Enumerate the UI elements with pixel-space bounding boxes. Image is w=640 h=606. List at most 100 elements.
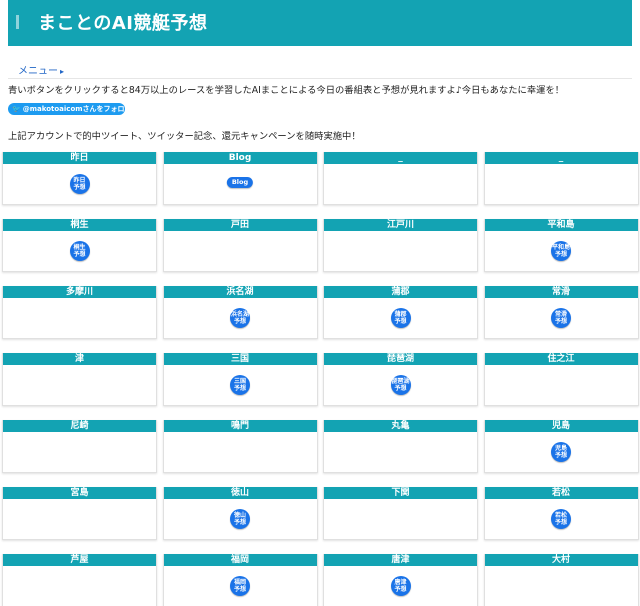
venue-card: 昨日 昨日 予想 [2,152,157,205]
venue-card-body [485,365,638,406]
venue-card: 大村 [483,554,639,606]
venue-card-body: 平和島 予想 [485,231,638,272]
venue-card: 平和島 平和島 予想 [483,219,639,272]
follow-label: @makotoaicomさんをフォロー [22,105,125,113]
venue-card-body [324,499,477,540]
menu-toggle[interactable]: メニュー ▸ [18,62,64,77]
venue-card-body [324,164,477,205]
venue-card-body [3,566,156,606]
venue-name: 大村 [484,554,638,566]
venue-name: 下関 [324,487,477,499]
venue-card-body: 琵琶湖 予想 [324,365,477,406]
venue-name: 徳山 [163,487,317,499]
prediction-button[interactable]: 三国 予想 [230,375,250,395]
site-title[interactable]: まことのAI競艇予想 [38,9,207,35]
venue-name: 住之江 [484,353,638,365]
venue-name: 鳴門 [163,420,317,432]
venue-name: 浜名湖 [163,286,317,298]
prediction-button[interactable]: 昨日 予想 [69,174,90,194]
venue-card: 戸田 [162,219,318,272]
venue-card-body [3,298,156,339]
prediction-button[interactable]: 常滑 予想 [551,308,571,328]
venue-card: 丸亀 [323,420,478,473]
prediction-button[interactable]: 唐津 予想 [390,576,411,596]
venue-card: 尼崎 [2,420,157,473]
venue-card: 常滑 常滑 予想 [483,286,639,339]
venue-card-body: 浜名湖 予想 [164,298,317,339]
venue-name: 若松 [484,487,638,499]
prediction-button[interactable]: 徳山 予想 [230,509,250,529]
prediction-button[interactable]: 桐生 予想 [69,241,90,261]
menu-divider [8,78,632,79]
venue-name: 唐津 [324,554,477,566]
venue-card: 下関 [323,487,478,540]
venue-card-body: 常滑 予想 [485,298,638,339]
venue-card-body [324,231,477,272]
venue-card-body: 蒲郡 予想 [324,298,477,339]
venue-name: 宮島 [3,487,156,499]
venue-name: 津 [3,353,156,365]
twitter-bird-icon: 🐦 [12,105,21,113]
venue-name: _ [484,152,638,164]
venue-card-body [164,231,317,272]
venue-name: 昨日 [3,152,156,164]
venue-card: 浜名湖 浜名湖 予想 [162,286,318,339]
venue-card: 児島 児島 予想 [483,420,639,473]
venue-card: 芦屋 [2,554,157,606]
prediction-button[interactable]: Blog [226,177,254,188]
venue-card: 若松 若松 予想 [483,487,639,540]
venue-grid: 昨日 昨日 予想 Blog Blog _ _ 桐生 桐生 予想 戸田 江戸川 平和島 平和島 予想 多摩… [2,152,639,606]
venue-card-body: 唐津 予想 [324,566,477,606]
venue-card-body: 若松 予想 [485,499,638,540]
prediction-button[interactable]: 平和島 予想 [551,241,571,261]
header-accent-bar [16,15,19,29]
venue-card: 多摩川 [2,286,157,339]
venue-name: 常滑 [484,286,638,298]
menu-label: メニュー [18,66,58,77]
venue-card: 鳴門 [162,420,318,473]
prediction-button[interactable]: 福岡 予想 [230,576,250,596]
venue-card: 津 [2,353,157,406]
prediction-button[interactable]: 蒲郡 予想 [390,308,411,328]
venue-name: 児島 [484,420,638,432]
venue-card: 三国 三国 予想 [162,353,318,406]
venue-card-body [485,164,638,205]
venue-name: 三国 [163,353,317,365]
prediction-button[interactable]: 児島 予想 [551,442,571,462]
venue-card: _ [483,152,639,205]
venue-card: Blog Blog [162,152,318,205]
prediction-button[interactable]: 浜名湖 予想 [230,308,250,328]
venue-card-body [485,566,638,606]
venue-card-body: 三国 予想 [164,365,317,406]
venue-name: 丸亀 [324,420,477,432]
venue-card: 蒲郡 蒲郡 予想 [323,286,478,339]
venue-card: 福岡 福岡 予想 [162,554,318,606]
venue-card-body: 児島 予想 [485,432,638,473]
venue-name: 芦屋 [3,554,156,566]
venue-card: 唐津 唐津 予想 [323,554,478,606]
chevron-right-icon: ▸ [60,67,65,76]
venue-card-body [164,432,317,473]
campaign-note: 上記アカウントで的中ツイート、ツイッター記念、還元キャンペーンを随時実施中！ [8,131,361,142]
venue-name: 桐生 [3,219,156,231]
venue-card-body: 昨日 予想 [3,164,156,205]
twitter-follow-button[interactable]: 🐦 @makotoaicomさんをフォロー [8,103,125,115]
venue-name: _ [324,152,477,164]
venue-card-body: 徳山 予想 [164,499,317,540]
venue-name: Blog [163,152,317,164]
venue-card-body: 福岡 予想 [164,566,317,606]
venue-name: 多摩川 [3,286,156,298]
venue-card-body [3,365,156,406]
venue-card-body: 桐生 予想 [3,231,156,272]
venue-card: 宮島 [2,487,157,540]
venue-name: 尼崎 [3,420,156,432]
venue-card: 桐生 桐生 予想 [2,219,157,272]
prediction-button[interactable]: 若松 予想 [551,509,571,529]
venue-name: 江戸川 [324,219,477,231]
intro-text: 青いボタンをクリックすると84万以上のレースを学習したAIまことによる今日の番組… [8,85,565,96]
prediction-button[interactable]: 琵琶湖 予想 [390,375,411,395]
venue-card-body [3,499,156,540]
venue-card-body: Blog [164,164,317,205]
venue-card: 住之江 [483,353,639,406]
site-header: まことのAI競艇予想 [8,0,632,46]
